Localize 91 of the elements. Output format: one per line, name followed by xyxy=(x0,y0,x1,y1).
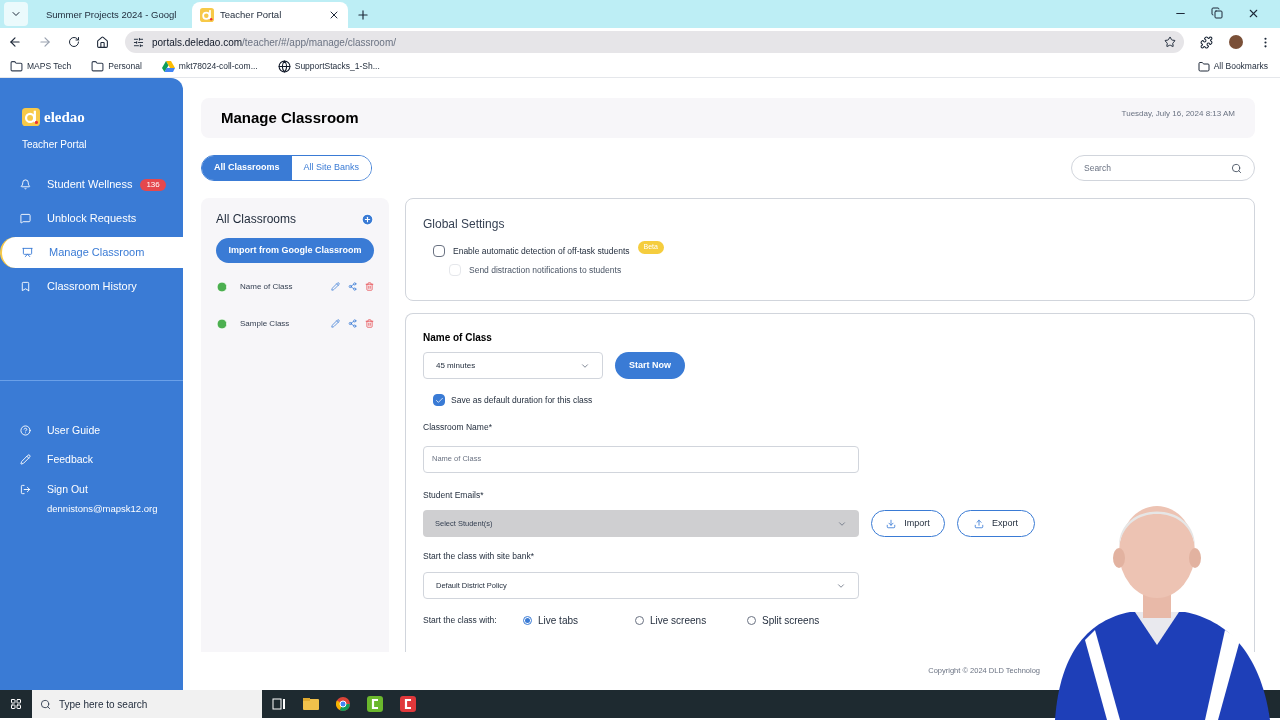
folder-icon xyxy=(1197,60,1210,73)
upload-icon xyxy=(974,518,984,529)
option-label: Enable automatic detection of off-task students xyxy=(453,245,630,258)
tab-title: Teacher Portal xyxy=(220,7,283,22)
classroom-item[interactable]: Sample Class xyxy=(216,316,374,331)
portal-subtitle: Teacher Portal xyxy=(21,137,88,152)
page-title: Manage Classroom xyxy=(221,107,359,128)
drive-icon xyxy=(161,60,175,73)
brand-name: eledao xyxy=(44,108,85,127)
pencil-icon xyxy=(20,454,31,466)
forward-icon[interactable] xyxy=(38,35,52,49)
chat-icon xyxy=(20,213,31,224)
field-label: Start the class with: xyxy=(423,614,498,627)
link-label: Feedback xyxy=(47,452,94,468)
home-icon[interactable] xyxy=(96,35,109,49)
all-bookmarks-item[interactable]: All Bookmarks xyxy=(1197,60,1272,73)
back-icon[interactable] xyxy=(8,35,22,49)
browser-icon[interactable] xyxy=(336,697,350,711)
class-title: Name of Class xyxy=(423,331,493,345)
user-email: dennistons@mapsk12.org xyxy=(47,501,158,516)
download-icon xyxy=(886,518,897,529)
sidebar-link[interactable]: Feedback xyxy=(0,452,183,468)
folder-icon[interactable] xyxy=(303,698,319,710)
link-label: Sign Out xyxy=(47,482,89,497)
bookmark-item[interactable]: MAPS Tech xyxy=(8,60,74,73)
tab-title: Summer Projects 2024 - Googl xyxy=(46,7,177,22)
link-label: User Guide xyxy=(47,422,101,438)
checkbox[interactable] xyxy=(433,245,445,258)
browser-tab[interactable]: Summer Projects 2024 - Googl xyxy=(32,2,188,28)
search-icon[interactable] xyxy=(1231,162,1242,174)
nav-item[interactable]: Unblock Requests xyxy=(0,203,183,234)
panel-title: All Classrooms xyxy=(216,211,296,228)
import-google-button[interactable]: Import from Google Classroom xyxy=(216,238,374,263)
nav-item[interactable]: Classroom History xyxy=(0,271,183,302)
view-tab[interactable]: All Classrooms xyxy=(202,156,292,180)
field-label: Classroom Name* xyxy=(423,420,493,434)
extensions-icon[interactable] xyxy=(1200,35,1213,49)
bell-icon xyxy=(20,179,31,190)
app-icon[interactable] xyxy=(367,696,383,712)
logo-icon xyxy=(200,8,214,22)
check-icon xyxy=(434,395,444,405)
address-field[interactable]: portals.deledao.com/teacher/#/app/manage/classroom/ xyxy=(125,31,1184,53)
radio-option[interactable]: Live screens xyxy=(635,613,747,628)
board-icon xyxy=(22,247,33,258)
close-icon[interactable] xyxy=(328,9,340,21)
share-icon[interactable] xyxy=(348,319,357,328)
bookmark-item[interactable]: mkt78024-coll-com... xyxy=(159,60,260,73)
date-text: Tuesday, July 16, 2024 8:13 AM xyxy=(1121,108,1235,120)
close-icon[interactable] xyxy=(1247,7,1260,20)
delete-icon[interactable] xyxy=(365,319,374,328)
classroom-item[interactable]: Name of Class xyxy=(216,279,374,294)
radio-button[interactable] xyxy=(523,616,532,625)
profile-avatar[interactable] xyxy=(1229,35,1243,49)
delete-icon[interactable] xyxy=(365,282,374,291)
radio-option[interactable]: Split screens xyxy=(747,613,859,628)
share-icon[interactable] xyxy=(348,282,357,291)
folder-icon xyxy=(91,60,105,73)
new-tab-icon[interactable] xyxy=(356,8,370,22)
site-info-icon[interactable] xyxy=(133,36,144,48)
logo-icon xyxy=(22,108,40,127)
nav-item[interactable]: Manage Classroom xyxy=(0,237,183,268)
url-text: portals.deledao.com/teacher/#/app/manage/classroom/ xyxy=(152,35,398,50)
option-label: Save as default duration for this class xyxy=(451,394,593,407)
add-icon[interactable] xyxy=(361,212,374,226)
bookmark-icon xyxy=(20,281,31,292)
checkbox[interactable] xyxy=(433,394,445,407)
reload-icon[interactable] xyxy=(68,36,80,48)
count-badge: 136 xyxy=(140,178,166,191)
globe-icon xyxy=(277,60,291,73)
app-icon[interactable] xyxy=(400,696,416,712)
help-icon xyxy=(20,424,31,436)
browser-tab[interactable]: Teacher Portal xyxy=(192,2,348,28)
radio-option[interactable]: Live tabs xyxy=(523,613,635,628)
search-icon xyxy=(40,698,51,710)
field-label: Start the class with site bank* xyxy=(423,550,536,563)
bookmark-item[interactable]: Personal xyxy=(89,60,144,73)
sign-out-icon xyxy=(20,484,31,495)
start-now-button[interactable]: Start Now xyxy=(615,352,685,379)
duration-select[interactable]: 45 minutes xyxy=(423,352,603,379)
card-title: Global Settings xyxy=(423,216,506,233)
restore-icon[interactable] xyxy=(1211,7,1223,19)
star-icon[interactable] xyxy=(1164,36,1176,48)
sidebar-link[interactable]: User Guide xyxy=(0,422,183,439)
nav-item[interactable]: Student Wellness 136 xyxy=(0,169,183,200)
taskbar-search-field[interactable]: Type here to search xyxy=(32,690,262,718)
option-label: Send distraction notifications to students xyxy=(469,263,622,277)
task-view-icon[interactable] xyxy=(272,698,286,710)
field-label: Student Emails* xyxy=(423,488,485,502)
sidebar-link[interactable]: Sign Out dennistons@mapsk12.org xyxy=(0,482,183,516)
folder-icon xyxy=(10,60,23,73)
bookmark-item[interactable]: SupportStacks_1-Sh... xyxy=(275,60,382,73)
